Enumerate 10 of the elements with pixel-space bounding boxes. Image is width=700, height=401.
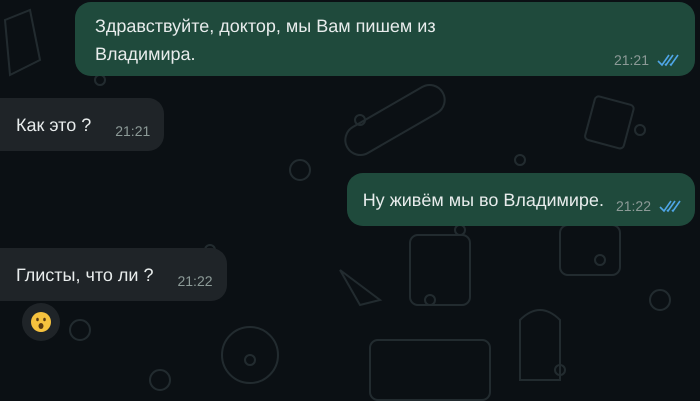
message-time: 21:22 [177,272,213,291]
surprised-face-icon [30,311,52,333]
message-time: 21:22 [616,197,651,216]
message-text: Глисты, что ли ? [16,264,154,287]
message-text: Ну живём мы во Владимире. [362,189,604,212]
message-text: Как это ? [16,114,92,137]
message-time: 21:21 [614,51,649,70]
reaction-badge[interactable] [22,303,60,341]
message-time: 21:21 [115,122,150,141]
message-text: Здравствуйте, доктор, мы Вам пишем из Владимира. [95,15,437,66]
